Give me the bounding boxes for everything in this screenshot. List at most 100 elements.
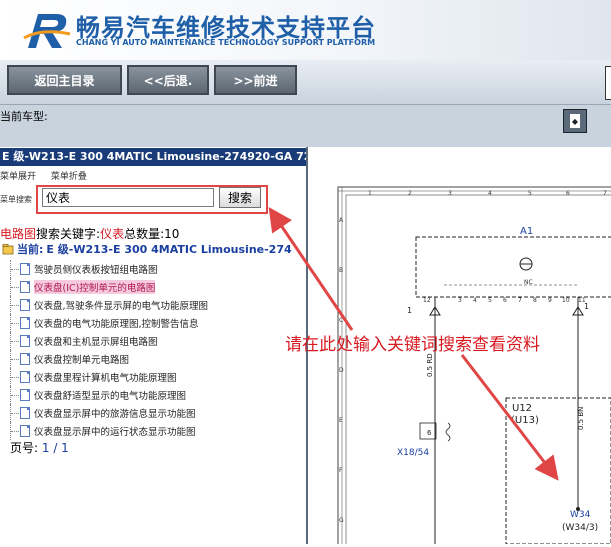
- pager-label: 页号:: [10, 441, 39, 455]
- w34-sub: (W34/3): [562, 523, 598, 533]
- current-car-label: 当前车型:: [0, 110, 48, 123]
- document-icon: [20, 353, 30, 365]
- document-icon: [20, 407, 30, 419]
- document-icon: [20, 371, 30, 383]
- result-item-label: 仪表盘显示屏中的运行状态显示功能图: [34, 427, 196, 438]
- current-model: E 级-W213-E 300 4MATIC Limousine-274: [46, 243, 292, 256]
- result-item[interactable]: 仪表盘的电气功能原理图,控制警告信息: [10, 314, 306, 332]
- result-item[interactable]: 仪表盘和主机显示屏组电路图: [10, 332, 306, 350]
- tree-connector: [10, 422, 19, 440]
- app-subtitle: CHANG YI AUTO MAINTENANCE TECHNOLOGY SUP…: [76, 38, 376, 47]
- tree-connector: [10, 350, 19, 368]
- wire-left-label: 0.5 RD: [426, 353, 434, 377]
- toolbar-edge-box: [605, 66, 611, 100]
- summary-keyword: 仪表: [100, 227, 125, 241]
- pin-a1-3: 3: [458, 297, 462, 304]
- ruler-num-3: 3: [448, 190, 452, 197]
- result-item-label: 仪表盘的电气功能原理图,控制警告信息: [34, 319, 199, 330]
- result-item-label: 仪表盘(IC)控制单元的电路图: [34, 280, 156, 294]
- comp-u12-sub: (U13): [511, 415, 539, 426]
- ruler-row-c: C: [339, 317, 343, 324]
- current-car-row: 当前车型:: [0, 105, 611, 147]
- comp-u12-label: U12: [512, 403, 532, 414]
- ruler-row-f: F: [339, 467, 343, 474]
- w34-label: W34: [570, 510, 591, 520]
- ruler-row-e: E: [339, 417, 343, 424]
- component-a1: A1 NC 12 3 4 5 6 7 8 9 10 11: [415, 226, 611, 304]
- current-node[interactable]: 当前: E 级-W213-E 300 4MATIC Limousine-274: [2, 241, 292, 257]
- pin-1-u12: 1: [584, 302, 589, 311]
- menu-collapse-link[interactable]: 菜单折叠: [51, 172, 87, 182]
- result-item-label: 仪表盘控制单元电路图: [34, 355, 130, 366]
- ruler-num-6: 6: [566, 190, 570, 197]
- result-item[interactable]: 驾驶员侧仪表板按钮组电路图: [10, 260, 306, 278]
- result-item[interactable]: 仪表盘控制单元电路图: [10, 350, 306, 368]
- folder-icon: [2, 244, 14, 255]
- pin-a1-4: 4: [473, 297, 477, 304]
- result-item[interactable]: 仪表盘舒适型显示的电气功能原理图: [10, 386, 306, 404]
- tree-connector: [10, 332, 19, 350]
- result-item-label: 仪表盘显示屏中的旅游信息显示功能图: [34, 409, 196, 420]
- x18-pin: 6: [427, 429, 432, 437]
- pin-a1-12: 12: [423, 297, 431, 304]
- header-banner: 畅易汽车维修技术支持平台 CHANG YI AUTO MAINTENANCE T…: [0, 0, 611, 60]
- home-button[interactable]: 返回主目录: [7, 65, 122, 95]
- menu-controls: 菜单展开 菜单折叠: [0, 169, 99, 182]
- tree-connector: [10, 278, 19, 296]
- result-tree: 驾驶员侧仪表板按钮组电路图 仪表盘(IC)控制单元的电路图仪表盘,驾驶条件显示屏的…: [10, 260, 306, 440]
- document-icon: [20, 389, 30, 401]
- pin-a1-8: 8: [533, 297, 537, 304]
- result-item[interactable]: 仪表盘里程计算机电气功能原理图: [10, 368, 306, 386]
- result-item[interactable]: 仪表盘显示屏中的运行状态显示功能图: [10, 422, 306, 440]
- tree-connector: [10, 260, 19, 278]
- ruler-num-1: 1: [368, 190, 372, 197]
- document-icon: [20, 281, 30, 293]
- ruler-row-b: B: [339, 267, 343, 274]
- pin-a1-5: 5: [488, 297, 492, 304]
- search-highlight-box: [36, 185, 268, 214]
- tree-connector: [10, 386, 19, 404]
- search-label: 菜单搜索: [0, 195, 32, 204]
- result-item[interactable]: 仪表盘,驾驶条件显示屏的电气功能原理图: [10, 296, 306, 314]
- callout-text: 请在此处输入关键词搜索查看资料: [285, 335, 540, 355]
- nc-label: NC: [524, 279, 533, 286]
- pager-value[interactable]: 1 / 1: [42, 441, 69, 455]
- tree-connector: [10, 404, 19, 422]
- logo-icon: [23, 14, 71, 48]
- pin-a1-9: 9: [548, 297, 552, 304]
- summary-keyword-label: 搜索关键字:: [36, 227, 101, 241]
- pin-a1-7: 7: [518, 297, 522, 304]
- panel-toggle-button[interactable]: ◆: [563, 109, 587, 133]
- result-item-label: 仪表盘舒适型显示的电气功能原理图: [34, 391, 187, 402]
- document-icon: [20, 299, 30, 311]
- document-icon: [20, 263, 30, 275]
- result-item-label: 驾驶员侧仪表板按钮组电路图: [34, 265, 158, 276]
- pin-1-left: 1: [407, 306, 412, 315]
- toolbar: 返回主目录 <<后退. >>前进: [0, 60, 611, 105]
- back-button[interactable]: <<后退.: [127, 65, 209, 95]
- ruler-num-5: 5: [528, 190, 532, 197]
- ruler-row-a: A: [339, 217, 344, 224]
- result-item[interactable]: 仪表盘显示屏中的旅游信息显示功能图: [10, 404, 306, 422]
- pin-a1-6: 6: [503, 297, 507, 304]
- tree-connector: [10, 296, 19, 314]
- result-item-label: 仪表盘,驾驶条件显示屏的电气功能原理图: [34, 301, 209, 312]
- result-item[interactable]: 仪表盘(IC)控制单元的电路图: [10, 278, 306, 296]
- comp-a1-label: A1: [520, 226, 533, 237]
- summary-count: 10: [164, 227, 180, 241]
- current-label: 当前:: [17, 243, 44, 256]
- summary-category[interactable]: 电路图: [0, 227, 36, 241]
- document-icon: [20, 425, 30, 437]
- tree-connector: [10, 314, 19, 332]
- search-summary: 电路图搜索关键字:仪表总数量:10: [0, 225, 179, 242]
- menu-expand-link[interactable]: 菜单展开: [0, 172, 36, 182]
- ruler-num-2: 2: [408, 190, 412, 197]
- document-icon: [20, 335, 30, 347]
- result-item-label: 仪表盘和主机显示屏组电路图: [34, 337, 158, 348]
- ruler-num-4: 4: [488, 190, 492, 197]
- forward-button[interactable]: >>前进: [214, 65, 297, 95]
- ruler-num-7: 7: [603, 190, 607, 197]
- x18-label: X18/54: [397, 448, 429, 458]
- summary-count-label: 总数量:: [124, 227, 165, 241]
- pin-a1-10: 10: [562, 297, 570, 304]
